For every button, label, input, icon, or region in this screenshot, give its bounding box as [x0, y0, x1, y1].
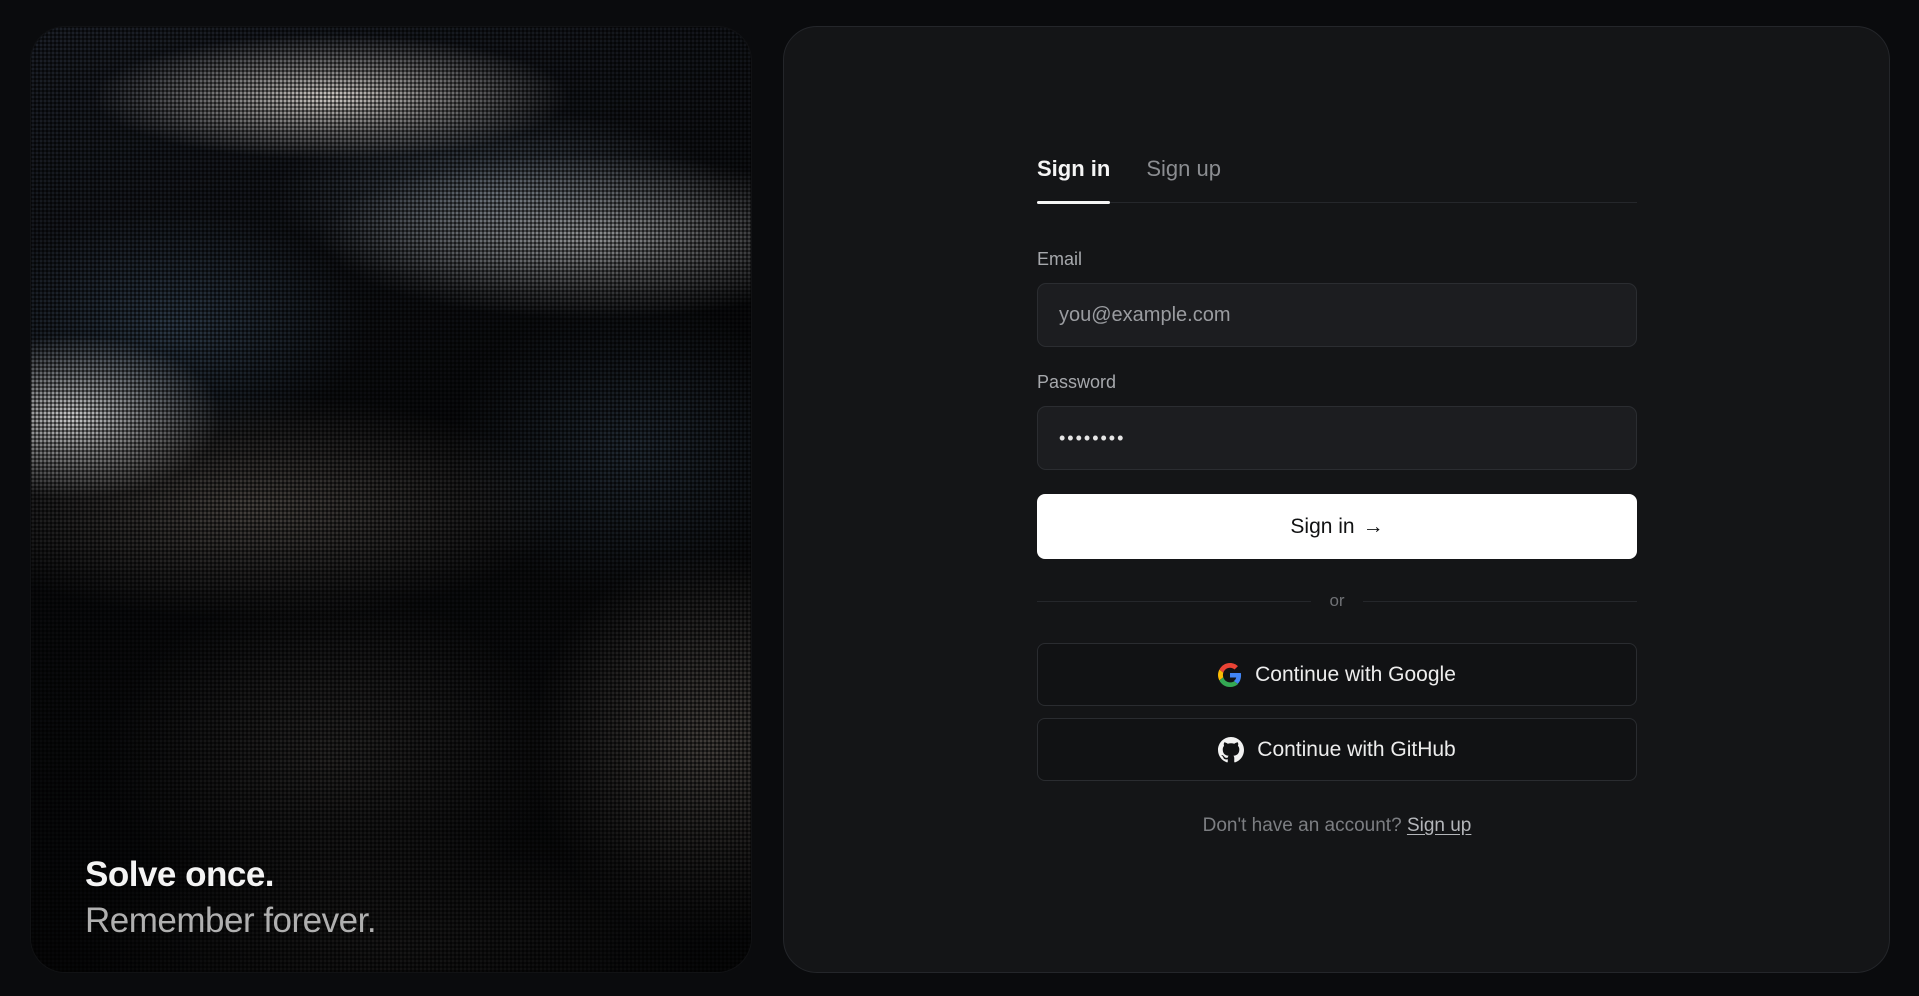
google-button-label: Continue with Google — [1255, 662, 1456, 686]
divider-text: or — [1329, 591, 1345, 610]
hero-headline: Solve once. — [85, 855, 275, 894]
hero-fade-overlay — [31, 27, 751, 972]
sign-up-link[interactable]: Sign up — [1407, 815, 1471, 836]
signup-prompt-text: Don't have an account? — [1202, 815, 1402, 836]
email-field[interactable] — [1037, 283, 1637, 347]
sign-in-button[interactable]: Sign in → — [1037, 494, 1637, 559]
divider-rule-left — [1037, 600, 1312, 602]
google-oauth-button[interactable]: Continue with Google — [1037, 643, 1637, 706]
auth-form: Sign in Sign up Email Password Sign in →… — [1037, 150, 1637, 837]
divider-rule-right — [1362, 600, 1637, 602]
tab-sign-in[interactable]: Sign in — [1037, 150, 1111, 204]
github-button-label: Continue with GitHub — [1257, 737, 1456, 761]
signup-prompt: Don't have an account? Sign up — [1037, 815, 1637, 837]
sign-in-button-label: Sign in — [1290, 514, 1355, 538]
hero-panel: Solve once. Remember forever. — [31, 27, 751, 972]
or-divider: or — [1037, 591, 1637, 611]
password-field[interactable] — [1037, 406, 1637, 470]
hero-tagline: Solve once. Remember forever. — [85, 852, 377, 945]
auth-tabs: Sign in Sign up — [1037, 150, 1637, 204]
google-icon — [1218, 662, 1242, 687]
password-label: Password — [1037, 372, 1117, 392]
email-label: Email — [1037, 249, 1083, 269]
arrow-right-icon: → — [1362, 514, 1384, 538]
tab-sign-up[interactable]: Sign up — [1146, 150, 1221, 203]
github-icon — [1218, 736, 1245, 763]
hero-subheadline: Remember forever. — [85, 901, 377, 940]
github-oauth-button[interactable]: Continue with GitHub — [1037, 718, 1637, 781]
